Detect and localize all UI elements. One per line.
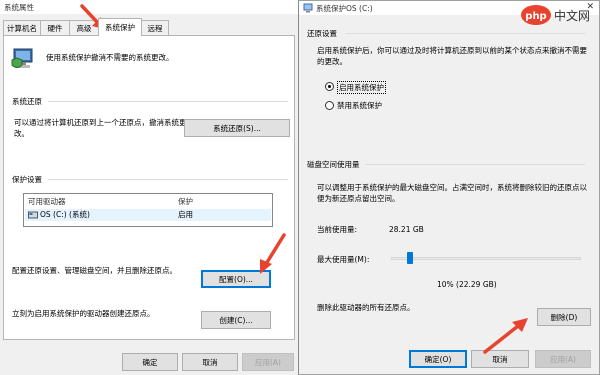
window-title: 系统属性 [4, 3, 34, 12]
restore-description: 可以通过将计算机还原到上一个还原点，撤消系统更改。 [14, 118, 187, 138]
system-properties-window: 系统属性 计算机名 硬件 高级 系统保护 远程 使用系统保护撤消不需要的系统更改… [0, 0, 300, 375]
create-description: 立刻为启用系统保护的驱动器创建还原点。 [12, 309, 155, 318]
system-protection-panel: 使用系统保护撤消不需要的系统更改。 系统还原 可以通过将计算机还原到上一个还原点… [3, 35, 295, 340]
column-header-protection[interactable]: 保护 [178, 196, 193, 207]
watermark-text: 中文网 [554, 8, 590, 23]
cancel-button[interactable]: 取消 [182, 353, 238, 371]
watermark-logo: php 中文网 [520, 1, 594, 29]
create-button[interactable]: 创建(C)... [201, 311, 271, 329]
ok-button[interactable]: 确定(O) [409, 350, 467, 368]
tab-computer-name[interactable]: 计算机名 [3, 20, 41, 35]
max-usage-label: 最大使用量(M): [317, 255, 370, 264]
disk-usage-label: 磁盘空间使用量 [307, 160, 360, 169]
current-usage-value: 28.21 GB [389, 225, 424, 234]
divider [345, 33, 585, 34]
annotation-arrow-icon [483, 318, 528, 354]
drive-protection-status: 启用 [178, 210, 193, 219]
restore-settings-description: 启用系统保护后，你可以通过及时将计算机还原到以前的某个状态点来撤消不需要的更改。 [317, 46, 587, 66]
apply-button[interactable]: 应用(A) [242, 353, 294, 371]
delete-button[interactable]: 删除(D) [537, 308, 591, 326]
divider [48, 101, 288, 102]
protection-section-label: 保护设置 [12, 175, 42, 184]
intro-text: 使用系统保护撤消不需要的系统更改。 [46, 53, 174, 62]
ok-button[interactable]: 确定 [122, 353, 178, 371]
current-usage-label: 当前使用量: [317, 225, 358, 234]
restore-section-label: 系统还原 [12, 97, 42, 106]
enable-protection-radio[interactable] [325, 82, 334, 91]
drive-icon [28, 211, 38, 219]
max-usage-slider[interactable] [391, 257, 581, 260]
tab-system-protection[interactable]: 系统保护 [98, 18, 142, 36]
window-title: 系统保护OS (C:) [316, 4, 373, 13]
drive-name: OS (C:) (系统) [40, 210, 90, 219]
disk-usage-description: 可以调整用于系统保护的最大磁盘空间。占满空间时，系统将删除较旧的还原点以便为新还… [317, 183, 587, 203]
php-logo-icon: php 中文网 [521, 5, 590, 25]
computer-shield-icon [11, 48, 33, 68]
divider [48, 179, 288, 180]
apply-button[interactable]: 应用(A) [535, 350, 591, 368]
tab-hardware[interactable]: 硬件 [40, 20, 70, 35]
slider-thumb[interactable] [407, 252, 413, 264]
annotation-arrow-icon [260, 233, 286, 274]
column-header-drive[interactable]: 可用驱动器 [28, 196, 66, 207]
drive-list[interactable]: 可用驱动器 保护 OS (C:) (系统) 启用 [23, 193, 273, 227]
tab-remote[interactable]: 远程 [141, 20, 169, 35]
watermark-logo-text: php [525, 11, 546, 22]
disable-protection-label[interactable]: 禁用系统保护 [337, 100, 382, 111]
window-icon [303, 3, 313, 13]
max-usage-readout: 10% (22.29 GB) [437, 280, 497, 289]
delete-description: 删除此驱动器的所有还原点。 [317, 303, 415, 312]
system-restore-button[interactable]: 系统还原(S)... [184, 119, 290, 137]
disable-protection-radio[interactable] [325, 101, 334, 110]
divider [365, 164, 585, 165]
system-protection-drive-window: 系统保护OS (C:) 还原设置 启用系统保护后，你可以通过及时将计算机还原到以… [298, 0, 600, 375]
config-description: 配置还原设置、管理磁盘空间，并且删除还原点。 [12, 266, 177, 275]
title-bar: 系统属性 [0, 0, 299, 14]
restore-settings-label: 还原设置 [307, 29, 337, 38]
table-row[interactable]: OS (C:) (系统) 启用 [25, 209, 271, 221]
enable-protection-label[interactable]: 启用系统保护 [337, 81, 386, 94]
close-icon[interactable]: ✕ [586, 2, 594, 12]
